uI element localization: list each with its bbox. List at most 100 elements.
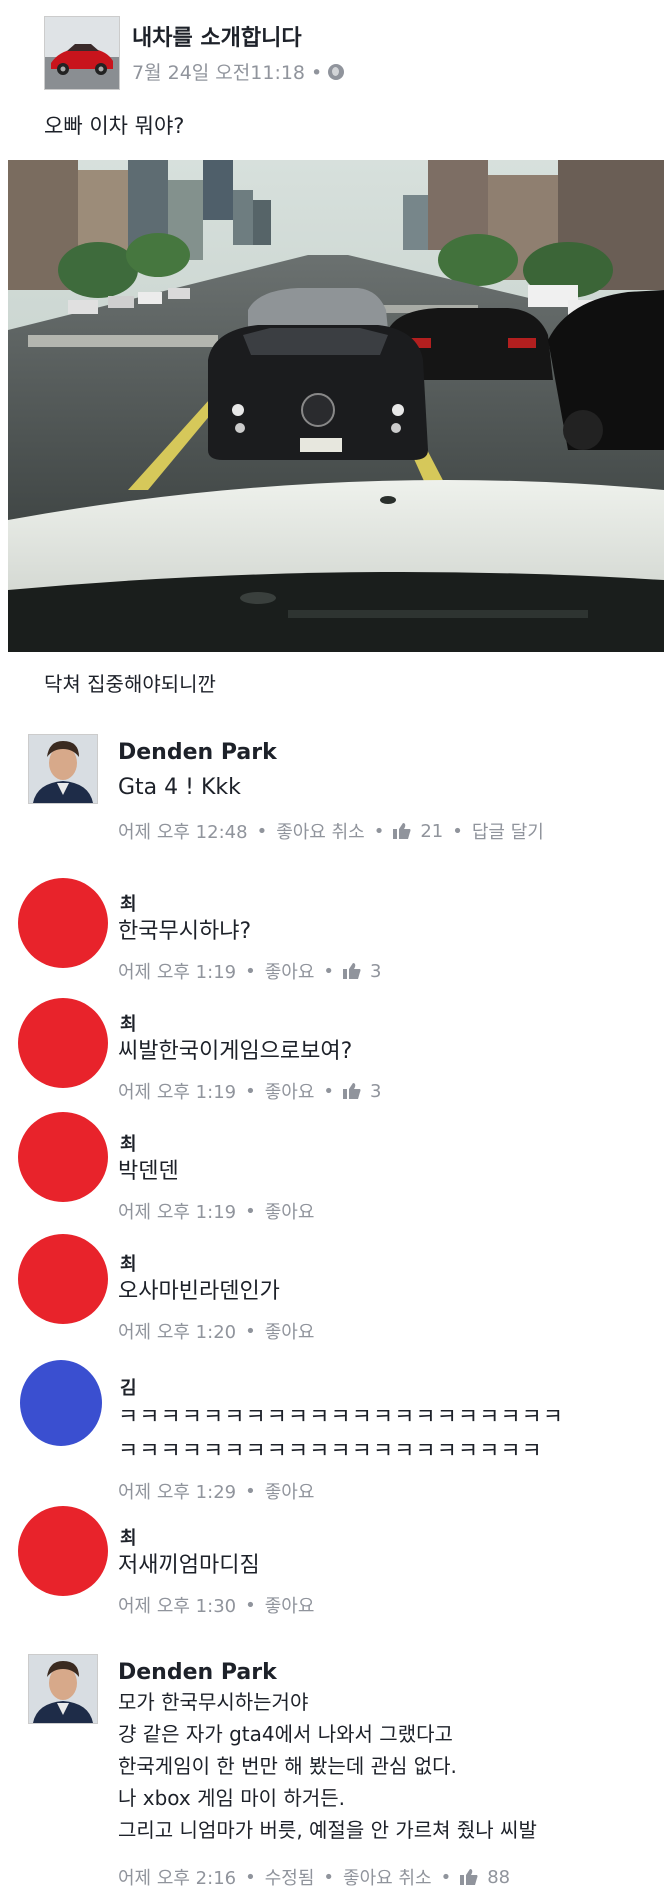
- separator-dot: •: [373, 820, 385, 842]
- commenter-name[interactable]: 최: [120, 1130, 137, 1156]
- red-sports-car-image: [45, 17, 119, 89]
- street-car-photo: [8, 160, 664, 652]
- photo-caption: 닥쳐 집중해야되니깐: [44, 672, 216, 696]
- commenter-avatar[interactable]: [18, 1234, 108, 1324]
- commenter-name[interactable]: 최: [120, 1010, 137, 1036]
- comment-meta: 어제 오후 1:19 • 좋아요: [118, 1198, 314, 1224]
- like-count[interactable]: 3: [370, 961, 381, 982]
- commenter-avatar[interactable]: [18, 878, 108, 968]
- like-button[interactable]: 좋아요 취소: [276, 818, 365, 844]
- post-card: 내차를 소개합니다 7월 24일 오전11:18 • 오빠 이차 뭐야? 닥쳐 …: [0, 0, 670, 712]
- comment-text: 한국무시하냐?: [118, 919, 252, 944]
- commenter-name[interactable]: 최: [120, 1250, 137, 1276]
- commenter-name[interactable]: 김: [120, 1374, 137, 1400]
- comment-item: Denden Park 모가 한국무시하는거야 걍 같은 자가 gta4에서 나…: [0, 1650, 670, 1896]
- like-count[interactable]: 88: [487, 1867, 510, 1888]
- comment-text-line-1: 모가 한국무시하는거야: [118, 1690, 309, 1714]
- commenter-name[interactable]: 최: [120, 890, 137, 916]
- edited-label[interactable]: 수정됨: [265, 1864, 315, 1890]
- like-count[interactable]: 21: [420, 821, 443, 842]
- comment-text: 오사마빈라덴인가: [118, 1279, 280, 1304]
- comment-text-line-1: ㅋㅋㅋㅋㅋㅋㅋㅋㅋㅋㅋㅋㅋㅋㅋㅋㅋㅋㅋㅋㅋ: [118, 1405, 565, 1430]
- comment-item: 최 한국무시하냐? 어제 오후 1:19 • 좋아요 • 3: [0, 870, 670, 990]
- separator-dot: •: [245, 960, 256, 982]
- comment-time[interactable]: 어제 오후 1:19: [118, 1078, 236, 1104]
- comment-text: 씨발한국이게임으로보여?: [118, 1039, 353, 1064]
- comment-text-line-3: 한국게임이 한 번만 해 봤는데 관심 없다.: [118, 1754, 457, 1778]
- commenter-avatar[interactable]: [28, 734, 98, 804]
- like-button[interactable]: 좋아요 취소: [343, 1864, 432, 1890]
- comment-time[interactable]: 어제 오후 12:48: [118, 818, 248, 844]
- comment-time[interactable]: 어제 오후 1:19: [118, 958, 236, 984]
- comment-meta: 어제 오후 1:29 • 좋아요: [118, 1478, 314, 1504]
- comment-text-line-2: 걍 같은 자가 gta4에서 나와서 그랬다고: [118, 1722, 453, 1746]
- commenter-name[interactable]: 최: [120, 1524, 137, 1550]
- like-button[interactable]: 좋아요: [265, 1078, 315, 1104]
- post-page-name[interactable]: 내차를 소개합니다: [132, 20, 302, 52]
- separator-dot: •: [323, 960, 335, 982]
- comment-text-line-5: 그리고 니엄마가 버릇, 예절을 안 가르쳐 줬나 씨발: [118, 1818, 537, 1842]
- comment-text: Gta 4 ! Kkk: [118, 775, 241, 800]
- globe-icon: [328, 63, 345, 80]
- comment-item: Denden Park Gta 4 ! Kkk 어제 오후 12:48 • 좋아…: [0, 730, 670, 860]
- comment-time[interactable]: 어제 오후 1:19: [118, 1198, 236, 1224]
- comment-text: 저새끼엄마디짐: [118, 1553, 260, 1578]
- separator-dot: •: [245, 1200, 256, 1222]
- like-button[interactable]: 좋아요: [265, 1318, 315, 1344]
- separator-dot: •: [452, 820, 463, 842]
- reply-button[interactable]: 답글 달기: [472, 818, 544, 844]
- thumbs-up-icon: [393, 823, 411, 839]
- comment-meta: 어제 오후 1:19 • 좋아요 • 3: [118, 1078, 382, 1104]
- separator-dot: •: [245, 1866, 256, 1888]
- like-count[interactable]: 3: [370, 1081, 381, 1102]
- man-portrait-image: [29, 735, 97, 803]
- comment-item: 김 ㅋㅋㅋㅋㅋㅋㅋㅋㅋㅋㅋㅋㅋㅋㅋㅋㅋㅋㅋㅋㅋ ㅋㅋㅋㅋㅋㅋㅋㅋㅋㅋㅋㅋㅋㅋㅋㅋ…: [0, 1360, 670, 1510]
- commenter-avatar[interactable]: [18, 1506, 108, 1596]
- comment-item: 최 오사마빈라덴인가 어제 오후 1:20 • 좋아요: [0, 1228, 670, 1358]
- separator-dot: •: [245, 1080, 256, 1102]
- photo-caption-bar: 닥쳐 집중해야되니깐: [8, 652, 664, 710]
- separator-dot: •: [440, 1866, 452, 1888]
- comment-meta: 어제 오후 2:16 • 수정됨 • 좋아요 취소 • 88: [118, 1864, 510, 1890]
- like-button[interactable]: 좋아요: [265, 1478, 315, 1504]
- man-portrait-image: [29, 1655, 97, 1723]
- comment-meta: 어제 오후 1:20 • 좋아요: [118, 1318, 314, 1344]
- commenter-avatar[interactable]: [18, 998, 108, 1088]
- separator-dot: •: [323, 1866, 335, 1888]
- commenter-avatar[interactable]: [20, 1360, 102, 1446]
- comment-time[interactable]: 어제 오후 2:16: [118, 1864, 236, 1890]
- comment-time[interactable]: 어제 오후 1:20: [118, 1318, 236, 1344]
- comment-item: 최 씨발한국이게임으로보여? 어제 오후 1:19 • 좋아요 • 3: [0, 990, 670, 1110]
- comment-text-line-4: 나 xbox 게임 마이 하거든.: [118, 1786, 345, 1810]
- comment-text: 박덴덴: [118, 1159, 179, 1184]
- comment-time[interactable]: 어제 오후 1:30: [118, 1592, 236, 1618]
- comment-meta: 어제 오후 1:30 • 좋아요: [118, 1592, 314, 1618]
- like-button[interactable]: 좋아요: [265, 1198, 315, 1224]
- thumbs-up-icon: [460, 1869, 478, 1885]
- post-divider: [0, 712, 670, 730]
- comment-item: 최 박덴덴 어제 오후 1:19 • 좋아요: [0, 1110, 670, 1230]
- like-button[interactable]: 좋아요: [265, 958, 315, 984]
- commenter-name[interactable]: Denden Park: [118, 740, 277, 765]
- post-photo[interactable]: [8, 160, 664, 652]
- comment-time[interactable]: 어제 오후 1:29: [118, 1478, 236, 1504]
- post-timestamp[interactable]: 7월 24일 오전11:18 •: [132, 58, 345, 85]
- post-text: 오빠 이차 뭐야?: [44, 114, 185, 138]
- separator-dot: •: [245, 1320, 256, 1342]
- commenter-name[interactable]: Denden Park: [118, 1660, 277, 1685]
- comment-item: 최 저새끼엄마디짐 어제 오후 1:30 • 좋아요: [0, 1506, 670, 1636]
- commenter-avatar[interactable]: [28, 1654, 98, 1724]
- separator-dot: •: [256, 820, 268, 842]
- separator-dot: •: [245, 1594, 256, 1616]
- commenter-avatar[interactable]: [18, 1112, 108, 1202]
- comment-meta: 어제 오후 1:19 • 좋아요 • 3: [118, 958, 382, 984]
- comment-meta: 어제 오후 12:48 • 좋아요 취소 • 21 • 답글 달기: [118, 818, 544, 844]
- like-button[interactable]: 좋아요: [265, 1592, 315, 1618]
- thumbs-up-icon: [343, 1083, 361, 1099]
- thumbs-up-icon: [343, 963, 361, 979]
- comment-text-line-2: ㅋㅋㅋㅋㅋㅋㅋㅋㅋㅋㅋㅋㅋㅋㅋㅋㅋㅋㅋㅋ: [118, 1439, 543, 1464]
- separator-dot: •: [323, 1080, 335, 1102]
- page-avatar[interactable]: [44, 16, 120, 90]
- post-time-text[interactable]: 7월 24일 오전11:18 •: [132, 58, 322, 85]
- separator-dot: •: [245, 1480, 256, 1502]
